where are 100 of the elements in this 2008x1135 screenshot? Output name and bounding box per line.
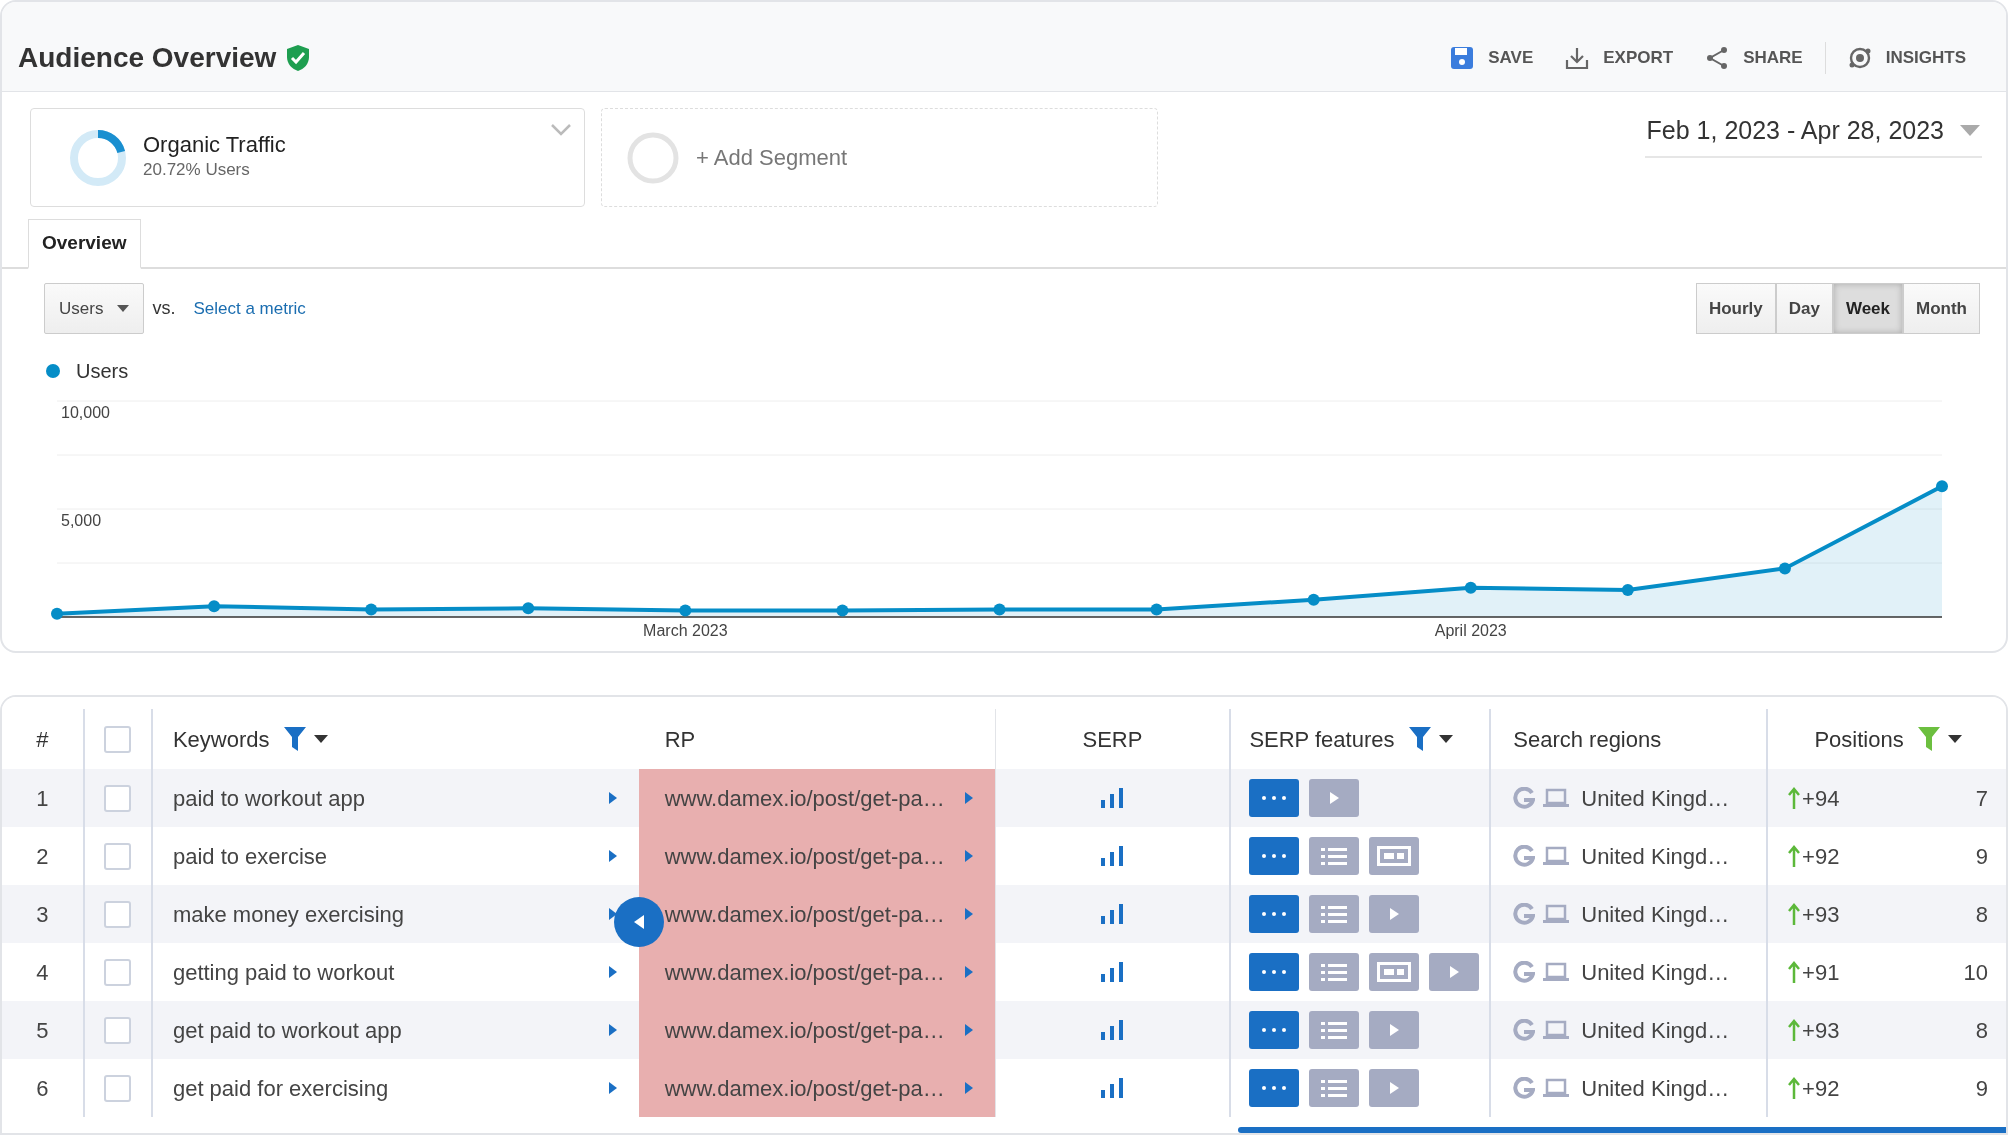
filter-icon[interactable] (283, 727, 306, 751)
circle-icon (626, 130, 680, 185)
vs-label: vs. (152, 296, 176, 320)
data-point (1150, 603, 1163, 616)
keyword-text: getting paid to workout (172, 958, 395, 987)
card-icon (1377, 962, 1412, 982)
column-header: # (36, 725, 49, 754)
caret-right-icon[interactable] (964, 850, 973, 862)
legend-label: Users (76, 359, 129, 384)
url-text: www.damex.io/post/get-pa… (664, 958, 945, 987)
search-engine-icon (1513, 903, 1536, 925)
segment-card[interactable]: Organic Traffic 20.72% Users (30, 108, 585, 207)
row-number: 5 (36, 1016, 49, 1045)
caret-down-icon[interactable] (1438, 735, 1453, 743)
caret-right-icon[interactable] (608, 1082, 617, 1094)
add-segment-button[interactable]: + Add Segment (601, 108, 1158, 207)
url-text: www.damex.io/post/get-pa… (664, 842, 945, 871)
filter-icon[interactable] (1408, 727, 1431, 751)
granularity-button[interactable]: Day (1775, 282, 1833, 334)
position-value: 9 (1975, 842, 1988, 871)
checkbox[interactable] (104, 784, 132, 812)
caret-down-icon[interactable] (1947, 735, 1962, 743)
row-number: 4 (36, 958, 49, 987)
checkbox[interactable] (104, 1016, 132, 1044)
export-button[interactable]: EXPORT (1549, 44, 1690, 71)
data-point (365, 603, 378, 616)
insights-icon (1847, 45, 1872, 70)
download-icon (1565, 45, 1590, 70)
data-point (51, 607, 63, 620)
data-point (1778, 562, 1791, 575)
granularity-button[interactable]: Month (1903, 282, 1980, 334)
up-arrow-icon (1788, 787, 1801, 809)
caret-right-icon[interactable] (608, 966, 617, 978)
laptop-icon (1543, 962, 1570, 982)
search-engine-icon (1513, 961, 1536, 983)
caret-down-icon (1960, 124, 1980, 137)
data-point (993, 603, 1006, 616)
y-axis-label: 5,000 (61, 512, 102, 529)
caret-right-icon[interactable] (608, 850, 617, 862)
scrollbar[interactable] (1238, 1127, 2006, 1133)
list-icon (1321, 1078, 1348, 1098)
data-point (1621, 584, 1634, 596)
checkbox[interactable] (104, 958, 132, 986)
url-text: www.damex.io/post/get-pa… (664, 900, 945, 929)
caret-right-icon[interactable] (964, 908, 973, 920)
url-text: www.damex.io/post/get-pa… (664, 784, 945, 813)
filter-icon[interactable] (1917, 727, 1940, 751)
donut-icon (69, 128, 127, 187)
date-range-picker[interactable]: Feb 1, 2023 - Apr 28, 2023 (1644, 112, 1982, 158)
play-icon (1389, 1024, 1399, 1036)
x-axis-label: March 2023 (643, 622, 728, 639)
position-value: 10 (1963, 958, 1988, 987)
caret-right-icon[interactable] (608, 792, 617, 804)
column-header: SERP (1082, 725, 1143, 754)
checkbox[interactable] (104, 725, 132, 753)
caret-right-icon[interactable] (964, 966, 973, 978)
caret-down-icon (117, 304, 130, 312)
up-arrow-icon (1788, 845, 1801, 867)
data-point (1464, 581, 1477, 594)
share-button[interactable]: SHARE (1689, 44, 1819, 71)
select-metric-link[interactable]: Select a metric (193, 295, 306, 321)
caret-down-icon[interactable] (313, 735, 328, 743)
tab[interactable]: Overview (28, 219, 141, 269)
search-engine-icon (1513, 1019, 1536, 1041)
up-arrow-icon (1788, 961, 1801, 983)
caret-right-icon[interactable] (964, 1082, 973, 1094)
segment-detail: 20.72% Users (143, 158, 251, 181)
checkbox[interactable] (104, 842, 132, 870)
granularity-button[interactable]: Week (1832, 282, 1903, 334)
list-icon (1321, 1020, 1348, 1040)
insights-button[interactable]: INSIGHTS (1831, 44, 1982, 71)
bar-chart-icon (1101, 1078, 1124, 1098)
keyword-text: paid to workout app (172, 784, 365, 813)
url-text: www.damex.io/post/get-pa… (664, 1016, 945, 1045)
column-header: Positions (1814, 725, 1904, 754)
search-engine-icon (1513, 1077, 1536, 1099)
checkbox[interactable] (104, 900, 132, 928)
data-point (208, 600, 221, 613)
keyword-text: paid to exercise (172, 842, 327, 871)
granularity-button[interactable]: Hourly (1695, 282, 1776, 334)
up-arrow-icon (1788, 1019, 1801, 1041)
list-icon (1321, 904, 1348, 924)
page-title: Audience Overview (18, 40, 277, 75)
position-change: +94 (1802, 784, 1840, 813)
region-text: United Kingd… (1581, 784, 1730, 813)
metric-dropdown[interactable]: Users (44, 282, 145, 334)
caret-left-icon (634, 915, 644, 929)
caret-right-icon[interactable] (964, 792, 973, 804)
play-icon (1389, 1082, 1399, 1094)
laptop-icon (1543, 788, 1570, 808)
position-value: 8 (1975, 900, 1988, 929)
checkbox[interactable] (104, 1074, 132, 1102)
save-button[interactable]: SAVE (1434, 44, 1550, 71)
caret-right-icon[interactable] (964, 1024, 973, 1036)
url-text: www.damex.io/post/get-pa… (664, 1074, 945, 1103)
column-header: Keywords (172, 725, 270, 754)
caret-right-icon[interactable] (608, 908, 617, 920)
laptop-icon (1543, 1078, 1570, 1098)
caret-right-icon[interactable] (608, 1024, 617, 1036)
position-change: +91 (1802, 958, 1840, 987)
